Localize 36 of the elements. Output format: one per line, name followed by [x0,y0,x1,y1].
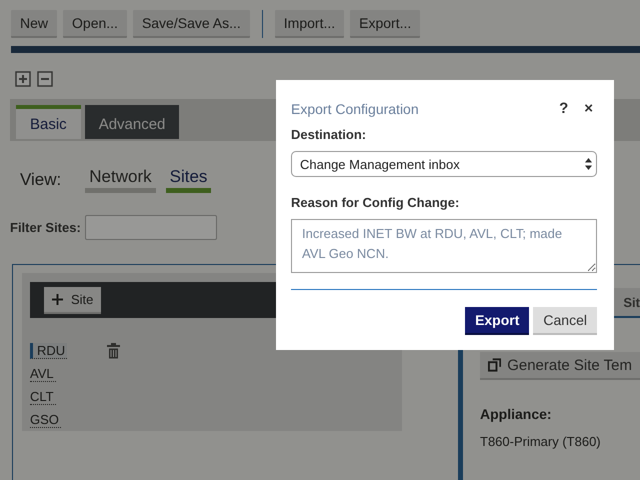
expand-icon[interactable] [15,71,31,87]
trash-icon[interactable] [107,342,120,358]
toolbar-button[interactable]: Open... [63,10,127,38]
appliance-value: T860-Primary (T860) [480,434,602,449]
generate-button[interactable]: Generate Site Tem [480,352,640,380]
toolbar-button[interactable]: New [11,10,58,38]
add-site-button[interactable]: Site [44,286,102,314]
view-option[interactable]: Network [85,167,156,193]
destination-select[interactable]: Change Management inbox [291,151,597,177]
stepper-icon [585,158,592,170]
copy-icon [488,358,502,372]
view-label: View: [20,170,62,190]
export-button[interactable]: Export [465,307,530,335]
cancel-button[interactable]: Cancel [533,307,597,335]
reason-field[interactable]: Increased INET BW at RDU, AVL, CLT; made AVL Geo NCN. [291,219,597,273]
detail-tab[interactable]: Sit [623,294,640,310]
toolbar-button[interactable]: Export... [350,10,420,38]
view-option[interactable]: Sites [166,167,212,193]
filter-label: Filter Sites: [10,220,81,235]
reason-label: Reason for Config Change: [291,195,460,210]
site-item[interactable]: RDU [30,342,68,358]
tab[interactable]: Advanced [84,105,180,139]
collapse-icon[interactable] [37,71,53,87]
site-item[interactable]: GSO [30,412,61,428]
tab[interactable]: Basic [16,105,81,139]
dialog-title: Export Configuration [291,100,420,116]
site-item[interactable]: AVL [30,366,56,382]
help-button[interactable]: ? [555,100,572,117]
plus-icon [52,294,63,304]
filter-field[interactable] [84,215,217,240]
toolbar-button[interactable]: Import... [274,10,344,38]
toolbar-button[interactable]: Save/Save As... [132,10,250,38]
close-button[interactable]: × [580,100,597,117]
appliance-label: Appliance: [480,406,553,422]
site-item[interactable]: CLT [30,388,56,404]
destination-label: Destination: [291,127,368,142]
